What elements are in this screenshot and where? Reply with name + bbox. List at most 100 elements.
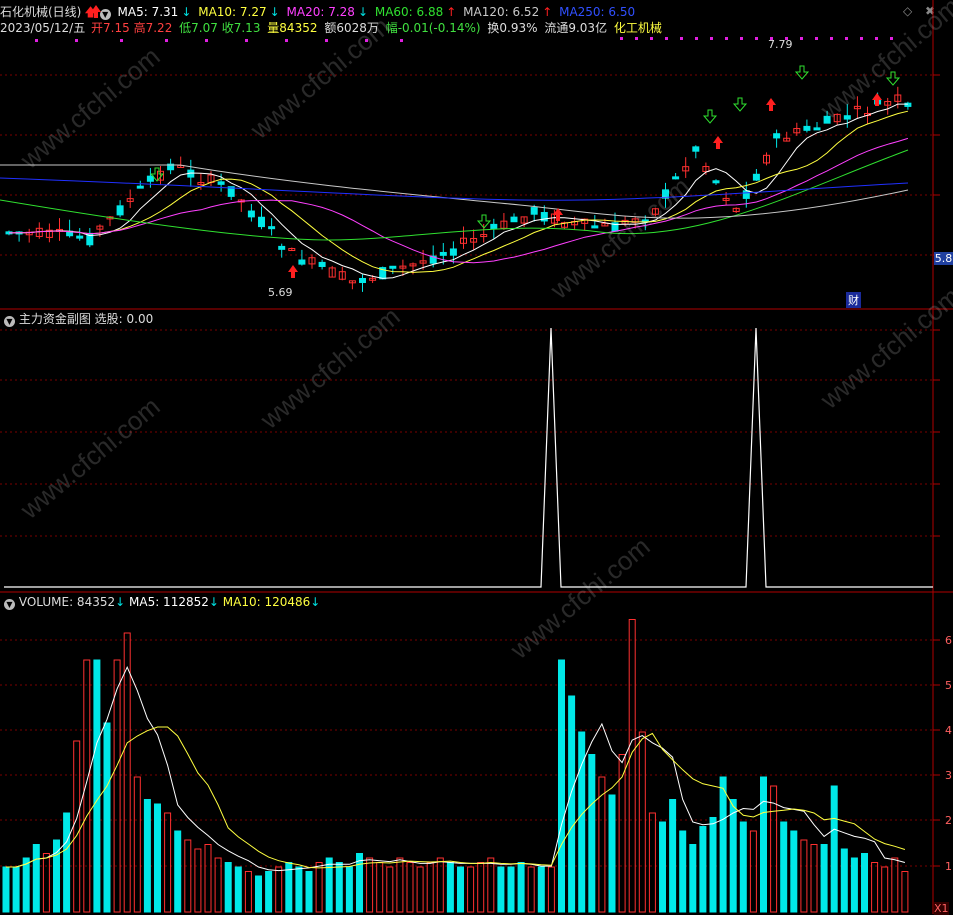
- volume-bar: [93, 659, 101, 913]
- volume-bar: [457, 866, 464, 913]
- volume-bar: [790, 830, 798, 913]
- signal-dot: [680, 37, 683, 40]
- volume-value: VOLUME: 84352: [18, 595, 116, 609]
- watermark-text: www.cfchi.com: [544, 171, 696, 305]
- volume-bar: [517, 862, 525, 913]
- volume-bar: [507, 866, 515, 913]
- signal-dot: [285, 39, 288, 42]
- watermark-text: www.cfchi.com: [14, 391, 166, 525]
- volume-unit: X1: [934, 902, 949, 915]
- buy-arrow-icon: [91, 5, 101, 18]
- volume-ma10: MA10: 120486: [222, 595, 311, 609]
- candle-body: [490, 223, 498, 230]
- volume-bar: [901, 871, 909, 913]
- volume-bar: [83, 659, 91, 913]
- volume-bar: [204, 844, 212, 913]
- candle-body: [217, 181, 225, 185]
- volume-bar: [234, 866, 242, 913]
- signal-dot: [710, 37, 713, 40]
- volume-bar: [406, 862, 414, 913]
- volume-bar: [426, 862, 434, 913]
- signal-dot: [635, 37, 638, 40]
- candle-body: [439, 251, 447, 256]
- candle-body: [298, 259, 306, 265]
- candle-body: [692, 146, 700, 152]
- candle-body: [136, 185, 144, 189]
- volume-bar: [760, 776, 767, 913]
- volume-bar: [850, 857, 858, 913]
- signal-dot: [400, 39, 403, 42]
- volume-bar: [527, 866, 535, 913]
- ma10-line: [8, 110, 909, 273]
- sell-arrow-icon: [732, 97, 748, 112]
- volume-bar: [164, 812, 172, 913]
- volume-bar: [325, 857, 333, 913]
- volume-bar: [739, 821, 747, 913]
- volume-bar: [810, 844, 818, 913]
- high-marker: 7.79: [768, 38, 793, 51]
- low-marker: 5.69: [268, 286, 293, 299]
- watermark-text: www.cfchi.com: [14, 41, 166, 175]
- watermark-text: www.cfchi.com: [504, 531, 656, 665]
- indicator-line: [4, 327, 933, 588]
- volume-bar: [638, 731, 646, 913]
- signal-dot: [815, 37, 818, 40]
- candle-body: [591, 225, 599, 229]
- ma20-line: [8, 137, 909, 264]
- volume-bar: [749, 830, 757, 913]
- signal-dot: [830, 37, 833, 40]
- candle-body: [813, 127, 821, 131]
- volume-axis-tick: 4: [945, 724, 952, 737]
- signal-dot: [620, 37, 623, 40]
- volume-bar: [840, 848, 848, 913]
- stock-chart[interactable]: www.cfchi.com www.cfchi.com www.cfchi.com w…: [0, 0, 953, 914]
- volume-bar: [133, 776, 141, 913]
- watermark-text: www.cfchi.com: [814, 0, 953, 125]
- volume-bar: [547, 866, 555, 913]
- arrow-down-icon: ↓: [310, 595, 321, 609]
- candle-body: [530, 207, 538, 215]
- volume-axis-tick: 2: [945, 814, 952, 827]
- volume-ma10-line: [6, 726, 906, 869]
- volume-bar: [295, 866, 303, 913]
- volume-bar: [184, 839, 192, 913]
- volume-bar: [356, 853, 363, 913]
- volume-bar: [32, 844, 40, 913]
- volume-bar: [376, 862, 384, 913]
- volume-ma5-line: [6, 665, 906, 872]
- chevron-down-icon[interactable]: ▼: [4, 599, 15, 610]
- volume-axis-tick: 3: [945, 769, 952, 782]
- volume-pane-label: ▼ VOLUME: 84352↓ MA5: 112852↓ MA10: 1204…: [4, 595, 320, 610]
- signal-dot: [325, 39, 328, 42]
- indicator-title[interactable]: 主力资金副图: [19, 312, 91, 326]
- volume-bar: [275, 866, 283, 913]
- volume-bar: [143, 799, 151, 913]
- volume-bar: [588, 754, 596, 913]
- volume-bar: [861, 853, 868, 913]
- arrow-down-icon: ↓: [208, 595, 219, 609]
- candle-body: [268, 226, 276, 230]
- watermark-text: www.cfchi.com: [244, 11, 396, 145]
- volume-bar: [123, 632, 131, 913]
- candle-body: [278, 245, 286, 250]
- watermark-text: www.cfchi.com: [814, 281, 953, 415]
- finance-badge[interactable]: 财: [846, 292, 861, 308]
- volume-bar: [568, 695, 576, 913]
- volume-bar: [871, 862, 879, 913]
- sell-arrow-icon: [702, 109, 718, 124]
- candle-body: [359, 277, 366, 284]
- volume-bar: [194, 848, 202, 913]
- volume-bar: [386, 866, 394, 913]
- signal-dot: [875, 37, 878, 40]
- candle-body: [318, 261, 326, 267]
- volume-bar: [669, 799, 677, 913]
- signal-dot: [120, 39, 123, 42]
- chevron-down-icon[interactable]: ▼: [4, 316, 15, 327]
- volume-bar: [2, 866, 10, 913]
- signal-dot: [245, 39, 248, 42]
- volume-bar: [830, 785, 838, 913]
- volume-bar: [820, 844, 828, 913]
- volume-bar: [255, 875, 262, 913]
- volume-bar: [335, 862, 343, 913]
- signal-dot: [205, 39, 208, 42]
